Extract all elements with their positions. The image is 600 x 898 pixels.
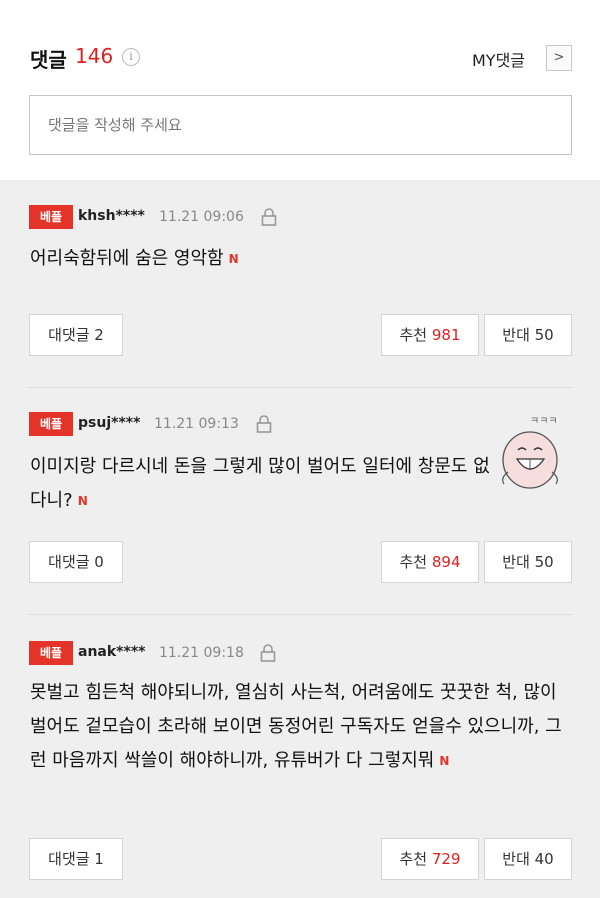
comment-author[interactable]: anak****: [78, 644, 145, 660]
comment-author[interactable]: psuj****: [78, 415, 140, 431]
comment-body: 이미지랑 다르시네 돈을 그렇게 많이 벌어도 일터에 창문도 없다니? N: [30, 450, 500, 518]
best-badge: 베플: [29, 641, 73, 665]
downvote-button[interactable]: 반대 40: [484, 838, 572, 880]
best-badge: 베플: [29, 412, 73, 436]
comment-text: 이미지랑 다르시네 돈을 그렇게 많이 벌어도 일터에 창문도 없다니?: [30, 456, 490, 511]
new-icon: N: [77, 494, 88, 508]
lock-icon[interactable]: [259, 643, 277, 663]
comment-time: 11.21 09:06: [159, 209, 244, 225]
info-icon[interactable]: i: [122, 48, 140, 66]
comment-input-box[interactable]: [29, 95, 572, 155]
chevron-right-icon[interactable]: >: [546, 45, 572, 71]
upvote-label: 추천: [399, 850, 428, 868]
upvote-button[interactable]: 추천 729: [381, 838, 479, 880]
comment-input[interactable]: [30, 96, 571, 154]
upvote-label: 추천: [399, 553, 428, 571]
sticker-text: ㅋㅋㅋ: [530, 416, 558, 427]
comment-time: 11.21 09:18: [159, 645, 244, 661]
upvote-button[interactable]: 추천 981: [381, 314, 479, 356]
comment-body: 못벌고 힘든척 해야되니까, 열심히 사는척, 어려움에도 꿋꿋한 척, 많이 …: [30, 676, 570, 778]
reply-button[interactable]: 대댓글 2: [29, 314, 123, 356]
comment-text: 어리숙함뒤에 숨은 영악함: [30, 248, 224, 269]
divider: [29, 614, 572, 615]
new-icon: N: [439, 754, 450, 768]
upvote-count: 729: [431, 850, 461, 868]
upvote-label: 추천: [399, 326, 428, 344]
comment-time: 11.21 09:13: [154, 416, 239, 432]
comments-count: 146: [75, 44, 114, 68]
upvote-count: 981: [431, 326, 461, 344]
upvote-button[interactable]: 추천 894: [381, 541, 479, 583]
lock-icon[interactable]: [255, 414, 273, 434]
comment-header-area: 댓글 146 i MY댓글 >: [0, 0, 600, 180]
comment-text: 못벌고 힘든척 해야되니까, 열심히 사는척, 어려움에도 꿋꿋한 척, 많이 …: [30, 682, 562, 771]
new-icon: N: [228, 252, 239, 266]
upvote-count: 894: [431, 553, 461, 571]
divider: [29, 387, 572, 388]
laughing-sticker-icon: ㅋㅋㅋ: [502, 416, 558, 489]
downvote-button[interactable]: 반대 50: [484, 541, 572, 583]
comment-body: 어리숙함뒤에 숨은 영악함 N: [30, 242, 570, 276]
downvote-button[interactable]: 반대 50: [484, 314, 572, 356]
comment-author[interactable]: khsh****: [78, 208, 145, 224]
reply-button[interactable]: 대댓글 1: [29, 838, 123, 880]
my-comments-link[interactable]: MY댓글: [472, 47, 525, 71]
comments-title: 댓글: [30, 48, 67, 72]
best-badge: 베플: [29, 205, 73, 229]
reply-button[interactable]: 대댓글 0: [29, 541, 123, 583]
lock-icon[interactable]: [260, 207, 278, 227]
